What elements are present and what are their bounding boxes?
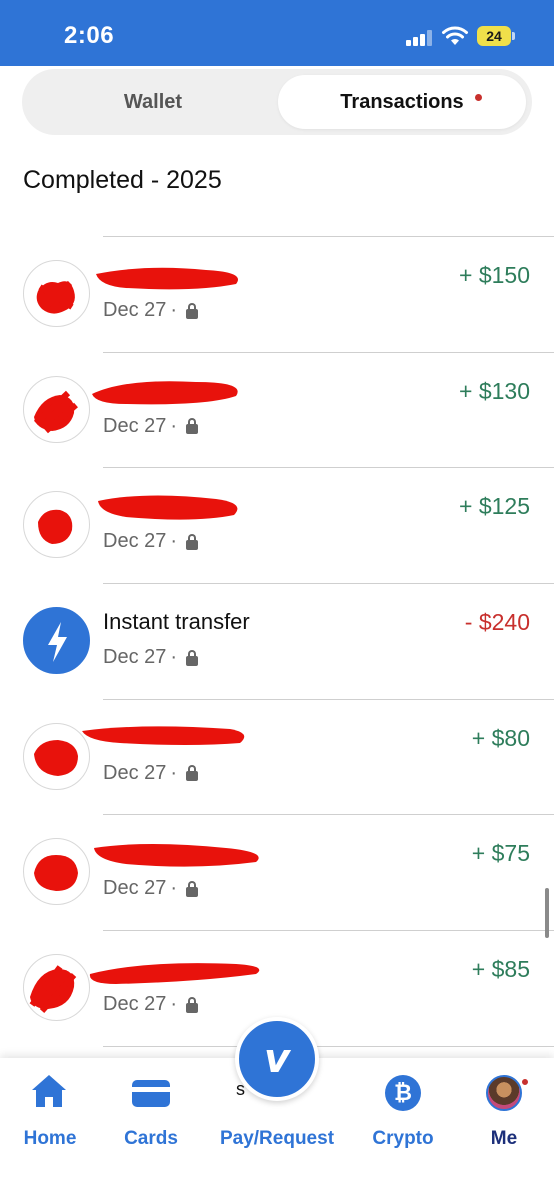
transaction-amount: + $75 — [471, 840, 530, 867]
lock-icon — [185, 302, 199, 319]
transaction-amount: + $80 — [471, 724, 530, 751]
signal-icon — [406, 30, 432, 46]
row-divider — [103, 698, 554, 700]
notification-dot — [475, 94, 482, 101]
row-divider — [103, 467, 554, 469]
date-separator: · — [170, 877, 178, 900]
nav-pay-request-label: Pay/Request — [219, 1128, 335, 1149]
transaction-list: Dec 27 · + $150 Dec 27 · + $130 Dec 27 ·… — [0, 236, 554, 1066]
crypto-coin-icon: ₿ — [385, 1075, 421, 1111]
transaction-amount: + $125 — [459, 493, 530, 520]
scrollbar[interactable] — [545, 888, 549, 938]
redaction-scribble — [82, 726, 245, 745]
tab-wallet-label: Wallet — [123, 90, 183, 113]
transaction-row[interactable]: Dec 27 · + $130 — [0, 351, 554, 468]
transaction-row[interactable]: Dec 27 · + $80 — [0, 698, 554, 815]
nav-crypto[interactable]: ₿ Crypto — [352, 1058, 452, 1200]
date-separator: · — [170, 299, 178, 321]
tab-transactions[interactable]: Transactions — [278, 75, 526, 129]
row-divider — [103, 1045, 554, 1047]
transaction-date: Dec 27 — [103, 530, 167, 553]
redaction-scribble — [92, 380, 238, 405]
date-separator: · — [170, 646, 178, 669]
transaction-date: Dec 27 — [103, 414, 167, 437]
transaction-row[interactable]: Dec 27 · + $150 — [0, 236, 554, 352]
tab-transactions-label: Transactions — [340, 90, 464, 113]
status-time: 2:06 — [64, 22, 115, 49]
transaction-amount: - $240 — [464, 609, 530, 636]
status-bar: 2:06 24 — [0, 0, 554, 66]
date-separator: · — [170, 761, 178, 784]
card-icon — [132, 1080, 170, 1107]
transaction-date: Dec 27 — [103, 761, 167, 784]
lock-icon — [185, 996, 199, 1013]
crypto-glyph: ₿ — [394, 1080, 412, 1105]
transaction-amount: + $130 — [459, 377, 530, 404]
lightning-bolt-icon — [48, 622, 67, 663]
transaction-date-line: Dec 27 · — [103, 993, 199, 1016]
transaction-row[interactable]: Dec 27 · + $75 — [0, 814, 554, 930]
row-divider — [103, 351, 554, 353]
transaction-date: Dec 27 — [103, 299, 167, 321]
wifi-icon — [442, 26, 468, 45]
redacted-avatar — [23, 260, 90, 327]
transaction-amount: + $85 — [471, 956, 530, 983]
home-icon — [32, 1075, 66, 1107]
transaction-date-line: Dec 27 · — [103, 415, 199, 438]
nav-crypto-label: Crypto — [372, 1128, 434, 1149]
battery-icon: 24 — [477, 26, 515, 46]
redacted-avatar — [23, 838, 90, 906]
venmo-logo: v — [263, 1036, 291, 1082]
redaction-scribble — [96, 267, 238, 290]
redacted-avatar — [23, 375, 90, 443]
avatar — [486, 1075, 522, 1111]
transaction-date: Dec 27 — [103, 993, 167, 1016]
row-divider — [103, 930, 554, 932]
transaction-date-line: Dec 27 · — [103, 299, 199, 322]
lock-icon — [185, 533, 199, 550]
redaction-scribble — [89, 963, 260, 985]
transaction-amount: + $150 — [459, 262, 530, 288]
transaction-row[interactable]: Dec 27 · + $125 — [0, 467, 554, 583]
redaction-scribble — [98, 495, 238, 520]
nav-me[interactable]: Me — [454, 1058, 554, 1200]
row-divider — [103, 814, 554, 816]
instant-transfer-avatar — [23, 607, 90, 675]
wallet-transactions-toggle: Wallet Transactions — [22, 69, 532, 135]
battery-level: 24 — [477, 26, 511, 46]
transaction-date: Dec 27 — [103, 646, 167, 669]
transaction-date-line: Dec 27 · — [103, 762, 199, 785]
nav-home-label: Home — [23, 1128, 77, 1149]
lock-icon — [185, 880, 199, 897]
nav-cards-label: Cards — [124, 1128, 178, 1149]
redaction-scribble — [94, 844, 259, 868]
transaction-date: Dec 27 — [103, 877, 167, 900]
venmo-pay-button[interactable]: v — [235, 1017, 319, 1101]
lock-icon — [185, 418, 199, 435]
date-separator: · — [170, 530, 178, 553]
tab-wallet[interactable]: Wallet — [28, 75, 278, 129]
transaction-date-line: Dec 27 · — [103, 877, 199, 900]
notification-dot — [520, 1077, 530, 1087]
lock-icon — [185, 765, 199, 782]
nav-home[interactable]: Home — [0, 1058, 100, 1200]
transaction-date-line: Dec 27 · — [103, 646, 199, 669]
venmo-transactions-screen: 2:06 24 Wallet Transactions Completed - … — [0, 0, 554, 1200]
transaction-name: Instant transfer — [103, 609, 250, 635]
transaction-row[interactable]: Instant transfer Dec 27 · - $240 — [0, 583, 554, 699]
nav-me-label: Me — [490, 1128, 518, 1149]
section-title: Completed - 2025 — [23, 166, 222, 194]
transaction-date-line: Dec 27 · — [103, 530, 199, 553]
row-divider — [103, 236, 554, 237]
redacted-avatar — [23, 491, 90, 559]
lock-icon — [185, 649, 199, 666]
nav-cards[interactable]: Cards — [100, 1058, 200, 1200]
date-separator: · — [170, 993, 178, 1016]
redacted-avatar — [23, 954, 90, 1022]
date-separator: · — [170, 414, 178, 437]
row-divider — [103, 583, 554, 585]
